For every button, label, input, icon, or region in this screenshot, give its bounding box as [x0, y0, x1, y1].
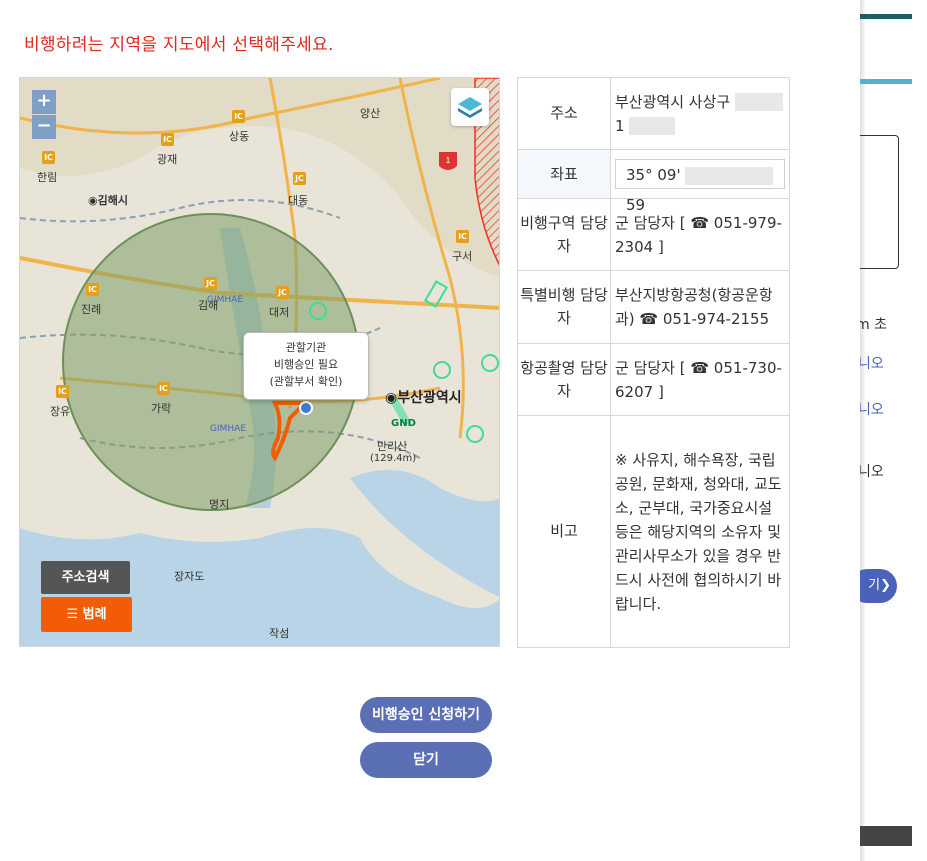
- background-page: m 초 니오 니오 니오 기❯: [860, 0, 927, 861]
- remarks-value: ※ 사유지, 해수욕장, 국립공원, 문화재, 청와대, 교도소, 군부대, 국…: [610, 415, 790, 648]
- address-label: 주소: [517, 77, 611, 150]
- bg-option-2: 니오: [860, 402, 884, 418]
- bg-option-1: 니오: [860, 356, 884, 372]
- zoom-controls: + −: [32, 90, 56, 140]
- aerial-photo-label: 항공촬영 담당자: [517, 343, 611, 416]
- masked-block: [734, 93, 783, 111]
- place-label-gaak: 가락: [151, 402, 172, 415]
- svg-text:1: 1: [446, 156, 451, 165]
- popup-line-3: (관할부서 확인): [269, 375, 343, 388]
- ic-marker-icon: IC: [86, 283, 99, 296]
- bg-option-3: 니오: [860, 464, 884, 480]
- coord-start: 35° 09': [626, 166, 681, 184]
- bg-input-box: [860, 135, 899, 269]
- place-label-gwangjae: 광재: [157, 153, 178, 166]
- apply-flight-approval-button[interactable]: 비행승인 신청하기: [360, 697, 492, 733]
- place-label-yangsan: 양산: [360, 107, 381, 120]
- bg-top-bar: [860, 14, 912, 19]
- place-label-jaksum: 작섬: [269, 627, 290, 640]
- ic-marker-icon: IC: [42, 151, 55, 164]
- address-search-button[interactable]: 주소검색: [41, 561, 130, 594]
- place-label-gimhaesi: ◉김해시: [88, 194, 128, 207]
- place-label-myeongji: 명지: [209, 498, 230, 511]
- ic-marker-icon: IC: [161, 133, 174, 146]
- place-label-jangja: 장자도: [174, 570, 205, 583]
- address-value: 부산광역시 사상구 1: [610, 77, 790, 150]
- place-label-gimhae-en: GIMHAE: [207, 295, 244, 305]
- info-table: 주소 부산광역시 사상구 1 좌표 35° 09' 59 비행구역 담당자 군 …: [517, 77, 790, 648]
- coord-cell: 35° 09' 59: [610, 149, 790, 214]
- ic-marker-icon: IC: [157, 382, 170, 395]
- bg-next-button: 기❯: [860, 569, 897, 603]
- ic-marker-icon: IC: [456, 230, 469, 243]
- close-button[interactable]: 닫기: [360, 742, 492, 778]
- place-label-mallisan-height: (129.4m): [370, 453, 417, 464]
- place-label-daejeo: 대저: [269, 306, 290, 319]
- place-label-gnd: GND: [391, 418, 416, 429]
- layers-button[interactable]: [451, 88, 489, 126]
- zoom-in-button[interactable]: +: [32, 90, 56, 114]
- place-label-mallisan: 만리산: [377, 440, 408, 453]
- instruction-text: 비행하려는 지역을 지도에서 선택해주세요.: [24, 35, 334, 55]
- layers-icon: [458, 97, 482, 118]
- masked-block: [685, 166, 774, 185]
- jc-marker-icon: JC: [204, 277, 217, 290]
- remarks-label: 비고: [517, 415, 611, 648]
- place-label-hanlim: 한림: [37, 171, 58, 184]
- info-popup: 관할기관 비행승인 필요 (관할부서 확인): [243, 332, 369, 400]
- coord-label: 좌표: [517, 149, 611, 199]
- jc-marker-icon: JC: [293, 172, 306, 185]
- zoom-out-button[interactable]: −: [32, 115, 56, 139]
- address-line-1: 부산광역시 사상구: [615, 92, 731, 111]
- popup-line-2: 비행승인 필요: [273, 358, 339, 371]
- flight-zone-label: 비행구역 담당자: [517, 198, 611, 271]
- masked-block: [629, 117, 676, 135]
- modal-edge-shadow: [860, 0, 866, 861]
- special-flight-value: 부산지방항공청(항공운항과) ☎ 051-974-2155: [610, 270, 790, 344]
- map-view[interactable]: 1 + − 양산 상동 광재 한림 ◉김해시 대동 구서 김해 대저 GIMHA…: [19, 77, 500, 647]
- special-flight-label: 특별비행 담당자: [517, 270, 611, 344]
- ic-marker-icon: IC: [56, 385, 69, 398]
- aerial-photo-value: 군 담당자 [ ☎ 051-730-6207 ]: [610, 343, 790, 416]
- address-line-2: 1: [615, 116, 625, 135]
- bg-cyan-bar: [860, 79, 912, 84]
- coord-field[interactable]: 35° 09' 59: [615, 159, 785, 214]
- ic-marker-icon: IC: [232, 110, 245, 123]
- jc-marker-icon: JC: [276, 286, 289, 299]
- popup-line-1: 관할기관: [285, 341, 327, 354]
- bg-bottom-bar: [860, 826, 912, 846]
- place-label-daedong: 대동: [288, 194, 309, 207]
- place-label-sangdong: 상동: [229, 130, 250, 143]
- place-label-busan: ◉부산광역시: [385, 390, 462, 406]
- place-label-jangyu: 장유: [50, 405, 71, 418]
- place-label-gimhae-en-2: GIMHAE: [210, 424, 247, 434]
- legend-button[interactable]: ☰ 범례: [41, 597, 132, 632]
- place-label-guseo: 구서: [452, 250, 473, 263]
- place-label-jinye: 진례: [81, 303, 102, 316]
- flight-area-modal: 비행하려는 지역을 지도에서 선택해주세요. 1 + − 양산 상동 광재 한림…: [0, 0, 860, 861]
- bg-text-m: m 초: [860, 317, 887, 333]
